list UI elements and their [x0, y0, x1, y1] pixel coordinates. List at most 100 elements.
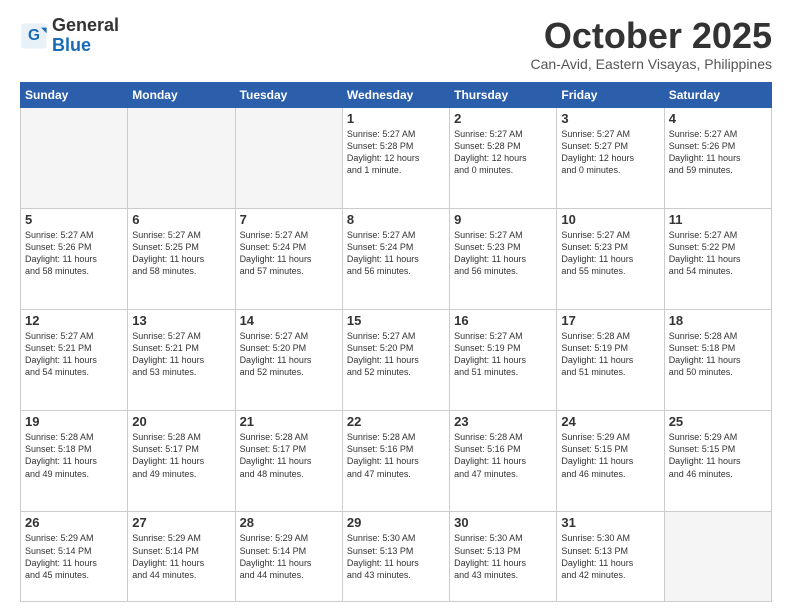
cell-info: Sunrise: 5:30 AM Sunset: 5:13 PM Dayligh…	[347, 532, 445, 581]
svg-text:G: G	[28, 27, 40, 44]
day-number: 9	[454, 212, 552, 227]
day-number: 21	[240, 414, 338, 429]
calendar-cell: 27Sunrise: 5:29 AM Sunset: 5:14 PM Dayli…	[128, 512, 235, 602]
cell-info: Sunrise: 5:28 AM Sunset: 5:18 PM Dayligh…	[669, 330, 767, 379]
cell-info: Sunrise: 5:27 AM Sunset: 5:24 PM Dayligh…	[347, 229, 445, 278]
cell-info: Sunrise: 5:29 AM Sunset: 5:15 PM Dayligh…	[561, 431, 659, 480]
calendar-cell	[128, 107, 235, 208]
day-number: 2	[454, 111, 552, 126]
day-number: 1	[347, 111, 445, 126]
cell-info: Sunrise: 5:29 AM Sunset: 5:14 PM Dayligh…	[132, 532, 230, 581]
day-number: 22	[347, 414, 445, 429]
calendar-cell: 9 Sunrise: 5:27 AM Sunset: 5:23 PM Daylig…	[450, 208, 557, 309]
day-number: 10	[561, 212, 659, 227]
calendar-cell: 25Sunrise: 5:29 AM Sunset: 5:15 PM Dayli…	[664, 411, 771, 512]
cell-info: Sunrise: 5:27 AM Sunset: 5:20 PM Dayligh…	[347, 330, 445, 379]
cell-info: Sunrise: 5:28 AM Sunset: 5:16 PM Dayligh…	[454, 431, 552, 480]
calendar-cell: 12 Sunrise: 5:27 AM Sunset: 5:21 PM Dayli…	[21, 310, 128, 411]
day-number: 4	[669, 111, 767, 126]
cell-info: Sunrise: 5:27 AM Sunset: 5:26 PM Dayligh…	[669, 128, 767, 177]
cell-info: Sunrise: 5:28 AM Sunset: 5:19 PM Dayligh…	[561, 330, 659, 379]
calendar-cell: 2 Sunrise: 5:27 AM Sunset: 5:28 PM Daylig…	[450, 107, 557, 208]
cell-info: Sunrise: 5:27 AM Sunset: 5:20 PM Dayligh…	[240, 330, 338, 379]
header: G General Blue October 2025 Can-Avid, Ea…	[20, 16, 772, 72]
logo-blue: Blue	[52, 36, 119, 56]
day-number: 12	[25, 313, 123, 328]
day-number: 30	[454, 515, 552, 530]
cell-info: Sunrise: 5:27 AM Sunset: 5:24 PM Dayligh…	[240, 229, 338, 278]
day-number: 29	[347, 515, 445, 530]
cell-info: Sunrise: 5:27 AM Sunset: 5:22 PM Dayligh…	[669, 229, 767, 278]
calendar-cell: 5 Sunrise: 5:27 AM Sunset: 5:26 PM Daylig…	[21, 208, 128, 309]
month-title: October 2025	[531, 16, 773, 56]
day-number: 8	[347, 212, 445, 227]
col-wednesday: Wednesday	[342, 82, 449, 107]
calendar-cell: 6Sunrise: 5:27 AM Sunset: 5:25 PM Daylig…	[128, 208, 235, 309]
col-monday: Monday	[128, 82, 235, 107]
calendar-cell: 18Sunrise: 5:28 AM Sunset: 5:18 PM Dayli…	[664, 310, 771, 411]
day-number: 26	[25, 515, 123, 530]
calendar-week-3: 12 Sunrise: 5:27 AM Sunset: 5:21 PM Dayli…	[21, 310, 772, 411]
calendar-week-1: 1 Sunrise: 5:27 AM Sunset: 5:28 PM Daylig…	[21, 107, 772, 208]
calendar-cell: 17 Sunrise: 5:28 AM Sunset: 5:19 PM Dayli…	[557, 310, 664, 411]
cell-info: Sunrise: 5:27 AM Sunset: 5:23 PM Dayligh…	[454, 229, 552, 278]
col-friday: Friday	[557, 82, 664, 107]
calendar-cell: 15Sunrise: 5:27 AM Sunset: 5:20 PM Dayli…	[342, 310, 449, 411]
calendar-cell: 20Sunrise: 5:28 AM Sunset: 5:17 PM Dayli…	[128, 411, 235, 512]
day-number: 23	[454, 414, 552, 429]
col-tuesday: Tuesday	[235, 82, 342, 107]
calendar-cell: 31 Sunrise: 5:30 AM Sunset: 5:13 PM Dayli…	[557, 512, 664, 602]
calendar-week-4: 19 Sunrise: 5:28 AM Sunset: 5:18 PM Dayli…	[21, 411, 772, 512]
calendar-cell: 1 Sunrise: 5:27 AM Sunset: 5:28 PM Daylig…	[342, 107, 449, 208]
calendar-cell: 8 Sunrise: 5:27 AM Sunset: 5:24 PM Daylig…	[342, 208, 449, 309]
location: Can-Avid, Eastern Visayas, Philippines	[531, 56, 773, 72]
day-number: 19	[25, 414, 123, 429]
calendar-cell: 11Sunrise: 5:27 AM Sunset: 5:22 PM Dayli…	[664, 208, 771, 309]
calendar-week-2: 5 Sunrise: 5:27 AM Sunset: 5:26 PM Daylig…	[21, 208, 772, 309]
cell-info: Sunrise: 5:28 AM Sunset: 5:18 PM Dayligh…	[25, 431, 123, 480]
cell-info: Sunrise: 5:27 AM Sunset: 5:23 PM Dayligh…	[561, 229, 659, 278]
calendar-cell: 30 Sunrise: 5:30 AM Sunset: 5:13 PM Dayli…	[450, 512, 557, 602]
logo-general: General	[52, 16, 119, 36]
title-block: October 2025 Can-Avid, Eastern Visayas, …	[531, 16, 773, 72]
day-number: 17	[561, 313, 659, 328]
cell-info: Sunrise: 5:30 AM Sunset: 5:13 PM Dayligh…	[561, 532, 659, 581]
calendar-cell: 21Sunrise: 5:28 AM Sunset: 5:17 PM Dayli…	[235, 411, 342, 512]
calendar-cell: 23 Sunrise: 5:28 AM Sunset: 5:16 PM Dayli…	[450, 411, 557, 512]
calendar-cell: 14 Sunrise: 5:27 AM Sunset: 5:20 PM Dayli…	[235, 310, 342, 411]
header-row: Sunday Monday Tuesday Wednesday Thursday…	[21, 82, 772, 107]
day-number: 25	[669, 414, 767, 429]
calendar-cell: 4 Sunrise: 5:27 AM Sunset: 5:26 PM Daylig…	[664, 107, 771, 208]
col-sunday: Sunday	[21, 82, 128, 107]
cell-info: Sunrise: 5:30 AM Sunset: 5:13 PM Dayligh…	[454, 532, 552, 581]
day-number: 20	[132, 414, 230, 429]
day-number: 14	[240, 313, 338, 328]
day-number: 28	[240, 515, 338, 530]
day-number: 16	[454, 313, 552, 328]
calendar-cell: 7 Sunrise: 5:27 AM Sunset: 5:24 PM Daylig…	[235, 208, 342, 309]
calendar-cell: 29 Sunrise: 5:30 AM Sunset: 5:13 PM Dayli…	[342, 512, 449, 602]
calendar-cell: 10 Sunrise: 5:27 AM Sunset: 5:23 PM Dayli…	[557, 208, 664, 309]
cell-info: Sunrise: 5:29 AM Sunset: 5:14 PM Dayligh…	[25, 532, 123, 581]
calendar-cell	[235, 107, 342, 208]
day-number: 31	[561, 515, 659, 530]
cell-info: Sunrise: 5:27 AM Sunset: 5:21 PM Dayligh…	[132, 330, 230, 379]
cell-info: Sunrise: 5:27 AM Sunset: 5:21 PM Dayligh…	[25, 330, 123, 379]
calendar-cell: 16Sunrise: 5:27 AM Sunset: 5:19 PM Dayli…	[450, 310, 557, 411]
col-thursday: Thursday	[450, 82, 557, 107]
calendar-table: Sunday Monday Tuesday Wednesday Thursday…	[20, 82, 772, 602]
cell-info: Sunrise: 5:27 AM Sunset: 5:28 PM Dayligh…	[347, 128, 445, 177]
day-number: 5	[25, 212, 123, 227]
calendar-cell: 24Sunrise: 5:29 AM Sunset: 5:15 PM Dayli…	[557, 411, 664, 512]
cell-info: Sunrise: 5:27 AM Sunset: 5:28 PM Dayligh…	[454, 128, 552, 177]
calendar-week-5: 26 Sunrise: 5:29 AM Sunset: 5:14 PM Dayli…	[21, 512, 772, 602]
calendar-cell: 26 Sunrise: 5:29 AM Sunset: 5:14 PM Dayli…	[21, 512, 128, 602]
calendar-cell: 19 Sunrise: 5:28 AM Sunset: 5:18 PM Dayli…	[21, 411, 128, 512]
day-number: 7	[240, 212, 338, 227]
logo-text: General Blue	[52, 16, 119, 56]
calendar-cell: 28Sunrise: 5:29 AM Sunset: 5:14 PM Dayli…	[235, 512, 342, 602]
day-number: 3	[561, 111, 659, 126]
cell-info: Sunrise: 5:27 AM Sunset: 5:25 PM Dayligh…	[132, 229, 230, 278]
cell-info: Sunrise: 5:27 AM Sunset: 5:27 PM Dayligh…	[561, 128, 659, 177]
cell-info: Sunrise: 5:27 AM Sunset: 5:26 PM Dayligh…	[25, 229, 123, 278]
